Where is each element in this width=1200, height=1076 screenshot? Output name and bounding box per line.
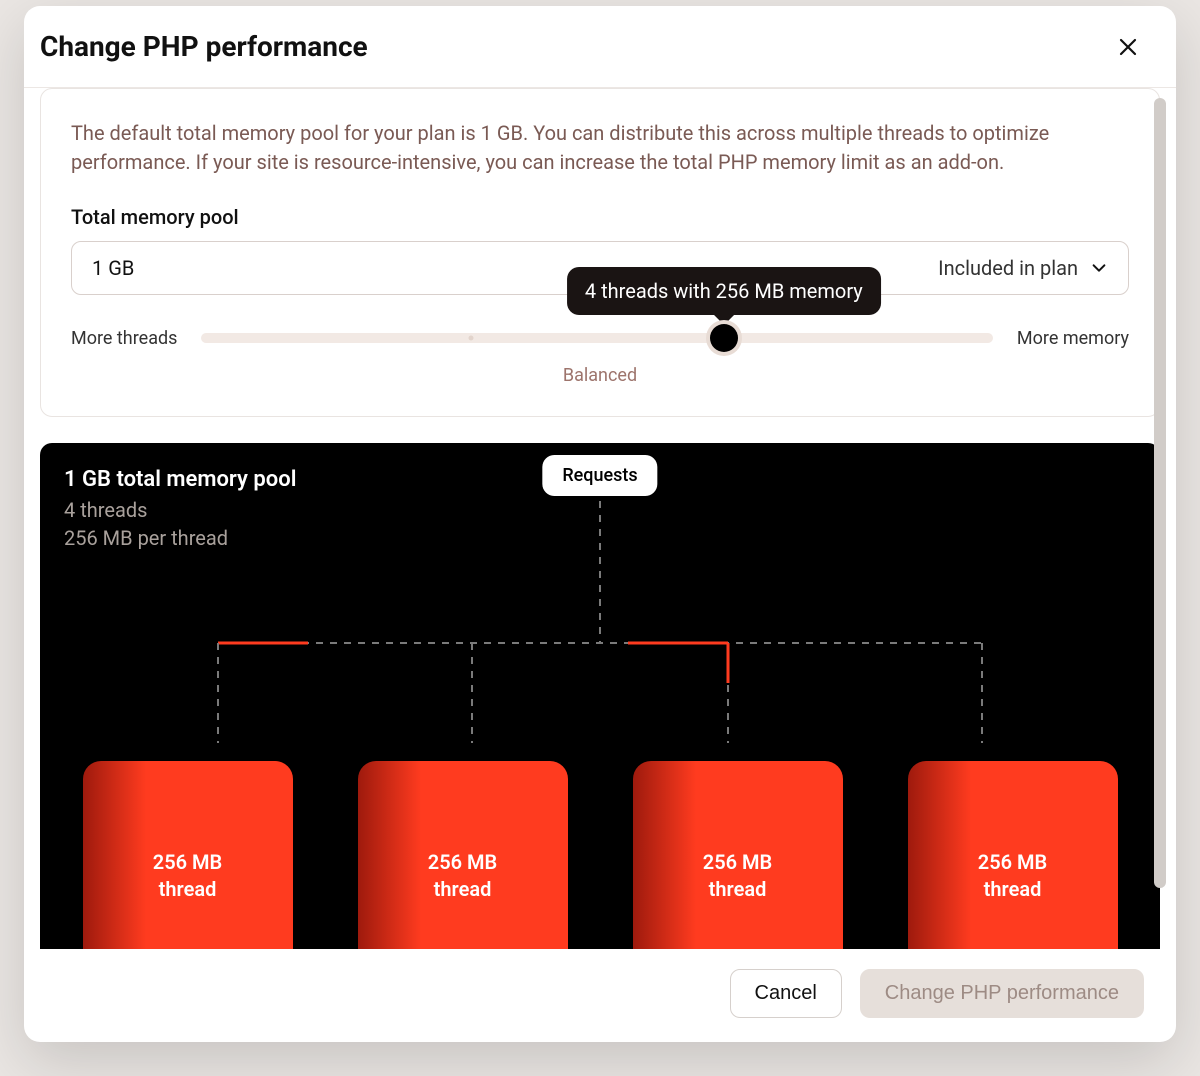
thread-size: 256 MB	[428, 849, 497, 876]
slider-thumb[interactable]	[710, 324, 738, 352]
close-icon	[1118, 37, 1138, 57]
thread-visualization: 1 GB total memory pool 4 threads 256 MB …	[40, 443, 1160, 949]
scrollbar-thumb[interactable]	[1154, 98, 1166, 888]
chevron-down-icon	[1090, 259, 1108, 277]
thread-size: 256 MB	[978, 849, 1047, 876]
threads-row: 256 MBthread256 MBthread256 MBthread256 …	[40, 761, 1160, 949]
thread-memory-slider[interactable]: 4 threads with 256 MB memory	[201, 325, 992, 351]
confirm-button[interactable]: Change PHP performance	[860, 969, 1144, 1018]
close-button[interactable]	[1112, 31, 1144, 63]
thread-box: 256 MBthread	[908, 761, 1118, 949]
slider-track	[201, 333, 992, 343]
slider-balanced-label: Balanced	[71, 365, 1129, 386]
thread-word: thread	[709, 876, 767, 903]
thread-memory-slider-row: More threads 4 threads with 256 MB memor…	[71, 325, 1129, 351]
settings-card: The default total memory pool for your p…	[40, 88, 1160, 417]
cancel-button[interactable]: Cancel	[730, 969, 842, 1018]
thread-size: 256 MB	[703, 849, 772, 876]
plan-description: The default total memory pool for your p…	[71, 119, 1129, 177]
modal-change-php-performance: Change PHP performance The default total…	[24, 6, 1176, 1042]
thread-box: 256 MBthread	[633, 761, 843, 949]
modal-footer: Cancel Change PHP performance	[24, 949, 1176, 1042]
thread-size: 256 MB	[153, 849, 222, 876]
slider-label-more-threads: More threads	[71, 328, 177, 349]
thread-word: thread	[434, 876, 492, 903]
memory-pool-hint: Included in plan	[938, 256, 1078, 280]
modal-title: Change PHP performance	[40, 30, 368, 63]
slider-label-more-memory: More memory	[1017, 328, 1129, 349]
thread-box: 256 MBthread	[358, 761, 568, 949]
memory-pool-value: 1 GB	[92, 256, 134, 280]
thread-word: thread	[159, 876, 217, 903]
modal-header: Change PHP performance	[24, 6, 1176, 88]
scrollbar[interactable]	[1152, 98, 1168, 949]
modal-body: The default total memory pool for your p…	[24, 88, 1176, 949]
thread-box: 256 MBthread	[83, 761, 293, 949]
memory-pool-label: Total memory pool	[71, 205, 1129, 229]
slider-tooltip: 4 threads with 256 MB memory	[567, 267, 881, 315]
slider-tick	[468, 336, 473, 341]
thread-word: thread	[984, 876, 1042, 903]
